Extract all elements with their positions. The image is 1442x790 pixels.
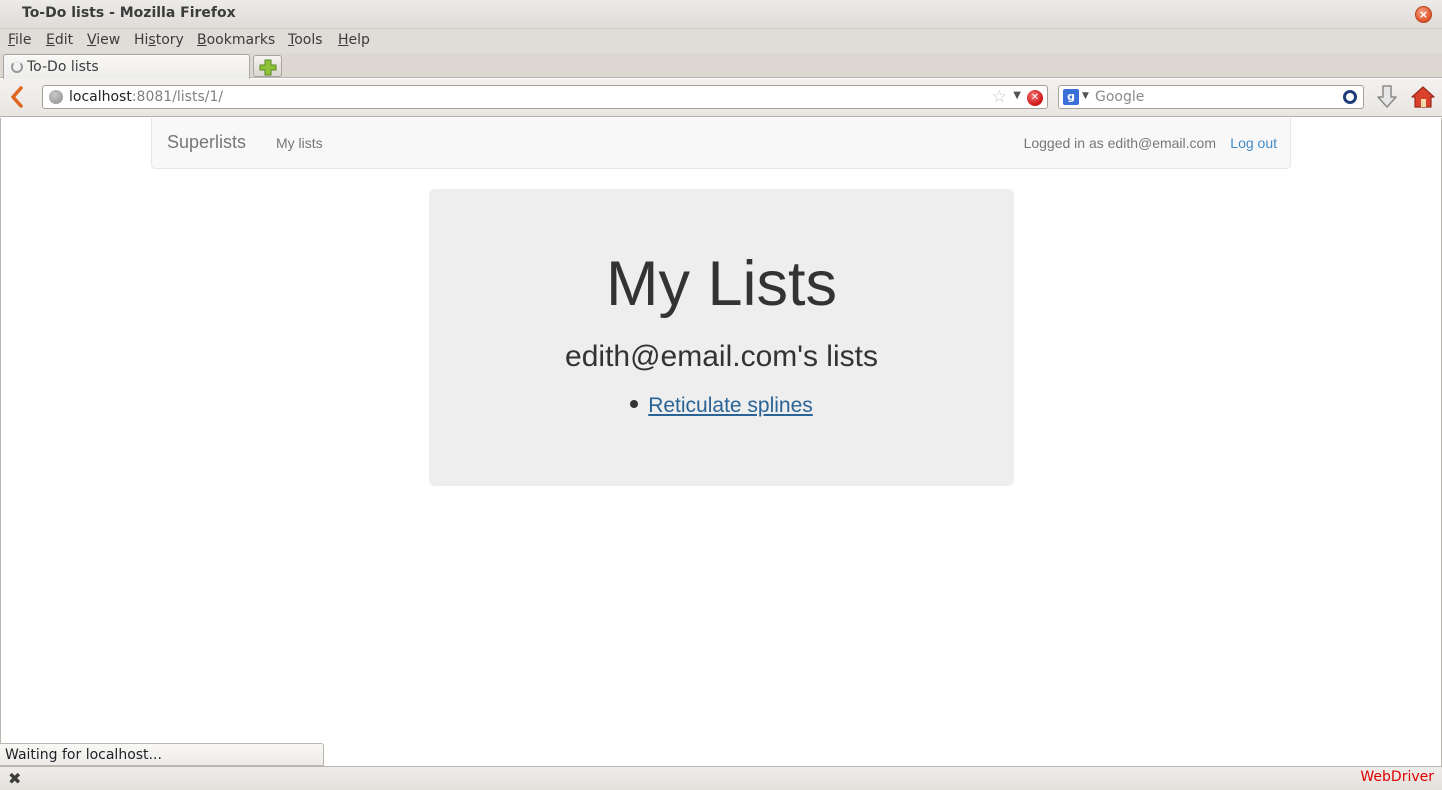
lists-list: Reticulate splines <box>429 393 1014 418</box>
menu-history[interactable]: History <box>134 32 184 48</box>
bookmark-star-icon[interactable]: ☆ <box>992 87 1007 107</box>
menu-help[interactable]: Help <box>338 32 370 48</box>
close-icon[interactable]: × <box>1415 6 1432 23</box>
list-link[interactable]: Reticulate splines <box>648 394 813 417</box>
loading-spinner-icon <box>11 61 23 73</box>
site-navbar: Superlists My lists Logged in as edith@e… <box>151 118 1291 169</box>
addon-bar: ✖ WebDriver <box>0 766 1442 790</box>
url-bar[interactable]: localhost:8081/lists/1/ ☆ ▼ ✕ <box>42 85 1048 109</box>
search-input[interactable] <box>1095 88 1335 106</box>
new-tab-button[interactable] <box>253 55 282 77</box>
stop-icon[interactable]: ✕ <box>1027 90 1043 106</box>
download-arrow-icon <box>1377 85 1397 108</box>
page-title: My Lists <box>605 249 838 319</box>
menubar: File Edit View History Bookmarks Tools H… <box>0 29 1442 53</box>
page-viewport: Superlists My lists Logged in as edith@e… <box>0 118 1442 766</box>
navigation-toolbar: localhost:8081/lists/1/ ☆ ▼ ✕ g ▼ <box>0 79 1442 117</box>
menu-bookmarks[interactable]: Bookmarks <box>197 32 275 48</box>
downloads-button[interactable] <box>1376 84 1398 110</box>
search-icon[interactable] <box>1343 90 1357 104</box>
plus-icon <box>259 59 277 76</box>
menu-tools[interactable]: Tools <box>288 32 323 48</box>
list-item: Reticulate splines <box>429 393 1014 418</box>
menu-edit[interactable]: Edit <box>46 32 73 48</box>
home-button[interactable] <box>1410 84 1436 110</box>
window-title: To-Do lists - Mozilla Firefox <box>22 5 236 21</box>
search-bar: g ▼ <box>1058 85 1364 109</box>
tab-label: To-Do lists <box>27 59 99 75</box>
window-titlebar: To-Do lists - Mozilla Firefox × <box>0 0 1442 29</box>
home-icon <box>1411 86 1435 108</box>
menu-view[interactable]: View <box>87 32 120 48</box>
menu-file[interactable]: File <box>8 32 31 48</box>
status-text: Waiting for localhost... <box>5 747 162 763</box>
chevron-down-icon[interactable]: ▼ <box>1082 91 1089 101</box>
my-lists-link[interactable]: My lists <box>276 135 323 151</box>
url-text[interactable]: localhost:8081/lists/1/ <box>69 89 223 105</box>
logged-in-text: Logged in as edith@email.com <box>1023 135 1216 151</box>
webdriver-indicator: WebDriver <box>1360 769 1434 785</box>
window-frame-left <box>0 118 1 743</box>
google-icon[interactable]: g <box>1063 89 1079 105</box>
lists-owner-heading: edith@email.com's lists <box>565 340 878 373</box>
back-button[interactable] <box>6 85 30 109</box>
logout-link[interactable]: Log out <box>1230 135 1277 151</box>
brand-link[interactable]: Superlists <box>167 132 246 153</box>
tab-strip: To-Do lists <box>0 53 1442 79</box>
chevron-down-icon[interactable]: ▼ <box>1013 90 1021 101</box>
bullet-icon <box>630 400 639 409</box>
back-arrow-icon <box>11 86 23 108</box>
status-panel: Waiting for localhost... <box>0 743 324 766</box>
globe-icon <box>49 90 63 104</box>
tab-todo-lists[interactable]: To-Do lists <box>3 54 250 79</box>
jumbotron: My Lists edith@email.com's lists Reticul… <box>429 189 1014 486</box>
close-addon-bar-icon[interactable]: ✖ <box>8 769 21 788</box>
